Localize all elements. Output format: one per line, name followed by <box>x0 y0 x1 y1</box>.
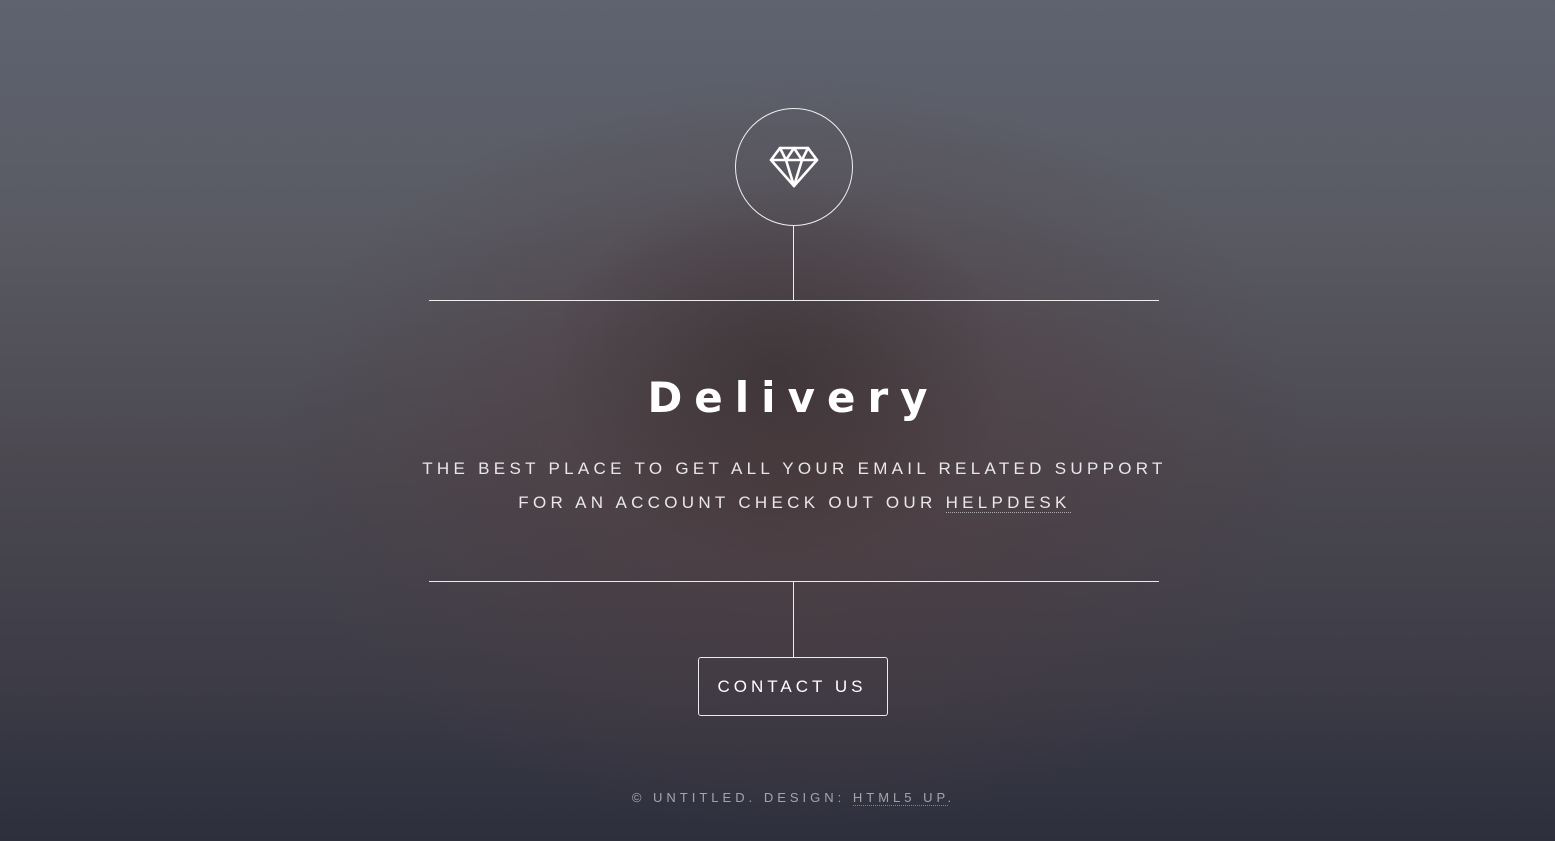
landing-page: Delivery The best place to get all your … <box>0 0 1555 841</box>
divider-top <box>429 300 1159 301</box>
credit-link[interactable]: HTML5 UP <box>852 790 948 806</box>
connector-line-top <box>793 226 794 300</box>
helpdesk-link[interactable]: Helpdesk <box>945 493 1071 513</box>
tagline-line-2: for an account check out our <box>518 493 946 512</box>
page-title: Delivery <box>647 373 940 422</box>
footer: © Untitled. Design: HTML5 UP. <box>0 788 1555 808</box>
copyright-text: © Untitled. Design: <box>631 790 853 805</box>
contact-us-button[interactable]: Contact Us <box>698 657 888 716</box>
divider-bottom <box>429 581 1159 582</box>
connector-line-bottom <box>793 582 794 657</box>
footer-suffix: . <box>947 790 956 805</box>
logo-circle <box>735 108 853 226</box>
tagline-line-1: The best place to get all your email rel… <box>422 459 1167 478</box>
tagline: The best place to get all your email rel… <box>0 452 1555 520</box>
diamond-icon <box>769 146 819 188</box>
